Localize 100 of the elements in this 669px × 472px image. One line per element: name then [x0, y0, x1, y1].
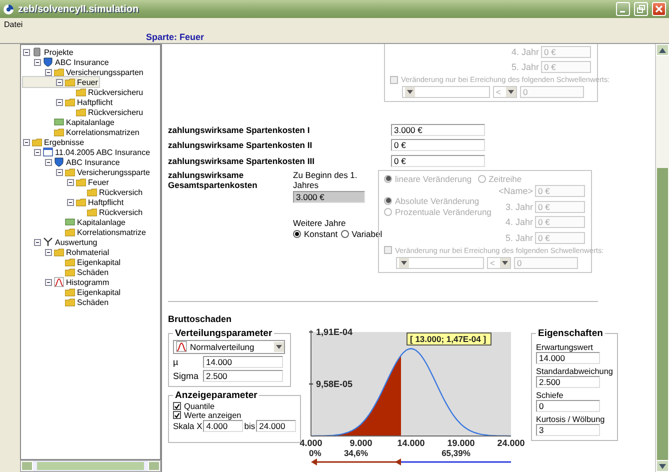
year-label: <Name>: [498, 186, 533, 196]
scale-to-field[interactable]: 24.000: [256, 420, 296, 432]
collapse-icon[interactable]: [67, 198, 74, 206]
distribution-dropdown[interactable]: Normalverteilung: [173, 340, 285, 354]
checkbox[interactable]: Werte anzeigen: [173, 410, 296, 420]
section-title: Bruttoschaden: [168, 314, 233, 324]
tree-item[interactable]: Histogramm: [23, 277, 110, 287]
group-title: Anzeigeparameter: [174, 390, 258, 400]
collapse-icon[interactable]: [45, 68, 52, 76]
collapse-icon[interactable]: [56, 168, 63, 176]
year-label: 3. Jahr: [505, 202, 533, 212]
collapse-icon[interactable]: [34, 238, 41, 246]
cylinder-icon: [32, 47, 42, 57]
shield-icon: [43, 57, 53, 67]
total-cost-label: zahlungswirksame Gesamtspartenkosten: [168, 170, 258, 192]
section-title: Sparte: Feuer: [146, 32, 204, 42]
collapse-icon[interactable]: [34, 148, 41, 156]
collapse-icon[interactable]: [45, 158, 52, 166]
scale-label: Skala X: [173, 420, 202, 430]
tree-item[interactable]: Feuer: [23, 77, 99, 87]
scale-from-field[interactable]: 4.000: [203, 420, 244, 432]
property-field[interactable]: 2.500: [536, 376, 600, 388]
tree-item[interactable]: ABC Insurance: [23, 57, 110, 67]
point-annotation: [ 13.000; 1,47E-04 ]: [406, 332, 492, 345]
dropdown-arrow-icon: [274, 342, 284, 352]
radio-button[interactable]: Konstant: [293, 228, 338, 238]
parameter-label: Sigma: [173, 370, 200, 380]
y-tick-label: 1,91E-04: [316, 328, 353, 336]
tree-item[interactable]: Feuer: [23, 177, 110, 187]
property-field[interactable]: 0: [536, 400, 600, 412]
tree-item[interactable]: Ergebnisse: [23, 137, 86, 147]
close-button[interactable]: [652, 2, 666, 16]
close-icon: [655, 5, 663, 13]
property-field[interactable]: 14.000: [536, 352, 600, 364]
tree-item[interactable]: Rückversich: [23, 207, 144, 217]
tree-item[interactable]: Haftpflicht: [23, 97, 114, 107]
cost-field[interactable]: 0 €: [391, 139, 485, 152]
radio-button[interactable]: Variabel: [340, 228, 382, 238]
collapse-icon[interactable]: [23, 48, 30, 56]
minimize-button[interactable]: [616, 2, 630, 16]
tree-item[interactable]: 11.04.2005 ABC Insurance: [23, 147, 152, 157]
collapse-icon[interactable]: [23, 138, 30, 146]
cost-field[interactable]: 0 €: [391, 154, 485, 167]
parameter-field[interactable]: 14.000: [203, 356, 283, 368]
tree-item[interactable]: Eigenkapital: [23, 287, 122, 297]
tree-item[interactable]: Kapitalanlage: [23, 117, 116, 127]
further-years-label: Weitere Jahre: [293, 218, 347, 228]
property-label: Erwartungswert: [536, 342, 594, 352]
property-field[interactable]: 3: [536, 424, 600, 436]
y-tick-label: 9,58E-05: [316, 378, 353, 388]
tree-item[interactable]: Rückversicheru: [23, 87, 144, 97]
tree-item[interactable]: Schäden: [23, 267, 110, 277]
tree-item[interactable]: Versicherungssparten: [23, 67, 144, 77]
tree-item[interactable]: Korrelationsmatrizen: [23, 127, 140, 137]
group-title: Eigenschaften: [537, 328, 604, 338]
menu-item[interactable]: Datei: [2, 20, 25, 28]
scale-to-label: bis: [244, 420, 256, 430]
collapse-icon[interactable]: [45, 278, 52, 286]
start-label: Zu Beginn des 1. Jahres: [293, 170, 358, 190]
dropdown-arrow-icon: [506, 87, 516, 97]
tree-item[interactable]: Rohmaterial: [23, 247, 110, 257]
parameter-field[interactable]: 2.500: [203, 370, 283, 382]
tree-item[interactable]: Rückversicheru: [23, 107, 144, 117]
tree-item[interactable]: Eigenkapital: [23, 257, 122, 267]
cost-label: zahlungswirksame Spartenkosten II: [168, 140, 314, 150]
vertical-scrollbar[interactable]: [655, 44, 669, 472]
property-label: Kurtosis / Wölbung: [536, 414, 606, 424]
scroll-down-icon[interactable]: [659, 464, 666, 468]
property-label: Standardabweichung: [536, 366, 613, 376]
horizontal-scrollbar[interactable]: [20, 460, 161, 472]
tree-item[interactable]: Auswertung: [23, 237, 98, 247]
x-tick-label: 24.000: [497, 438, 525, 448]
tree-item[interactable]: ABC Insurance: [23, 157, 121, 167]
collapse-icon[interactable]: [67, 178, 74, 186]
year-label: 4. Jahr: [511, 46, 539, 57]
checkbox[interactable]: Quantile: [173, 402, 296, 410]
restore-button[interactable]: [634, 2, 648, 16]
year-label: 5. Jahr: [505, 232, 533, 243]
tree-item[interactable]: Schäden: [23, 297, 110, 307]
x-tick-label: 19.000: [447, 438, 475, 448]
year-label: 4. Jahr: [505, 217, 533, 228]
collapse-icon[interactable]: [34, 58, 41, 66]
app-logo-icon: [3, 4, 14, 14]
start-value-field[interactable]: 3.000 €: [293, 190, 365, 202]
tree-item[interactable]: Versicherungssparte: [23, 167, 151, 177]
tree-item[interactable]: Projekte: [23, 47, 74, 57]
tree-item[interactable]: Haftpflicht: [23, 197, 125, 207]
collapse-icon[interactable]: [56, 78, 63, 86]
collapse-icon[interactable]: [56, 98, 63, 106]
scroll-up-icon[interactable]: [659, 48, 666, 52]
tree-item[interactable]: Korrelationsmatrize: [23, 227, 147, 237]
tree-item[interactable]: Rückversich: [23, 187, 144, 197]
dropdown-arrow-icon: [405, 87, 415, 97]
cost-label: zahlungswirksame Spartenkosten III: [168, 156, 316, 166]
tree-item[interactable]: Kapitalanlage: [23, 217, 126, 227]
cost-label: zahlungswirksame Spartenkosten I: [168, 124, 311, 135]
group-title: Verteilungsparameter: [174, 328, 274, 338]
cost-field[interactable]: 3.000 €: [391, 124, 485, 136]
x-tick-label: 4.000: [300, 438, 322, 448]
collapse-icon[interactable]: [45, 248, 52, 256]
